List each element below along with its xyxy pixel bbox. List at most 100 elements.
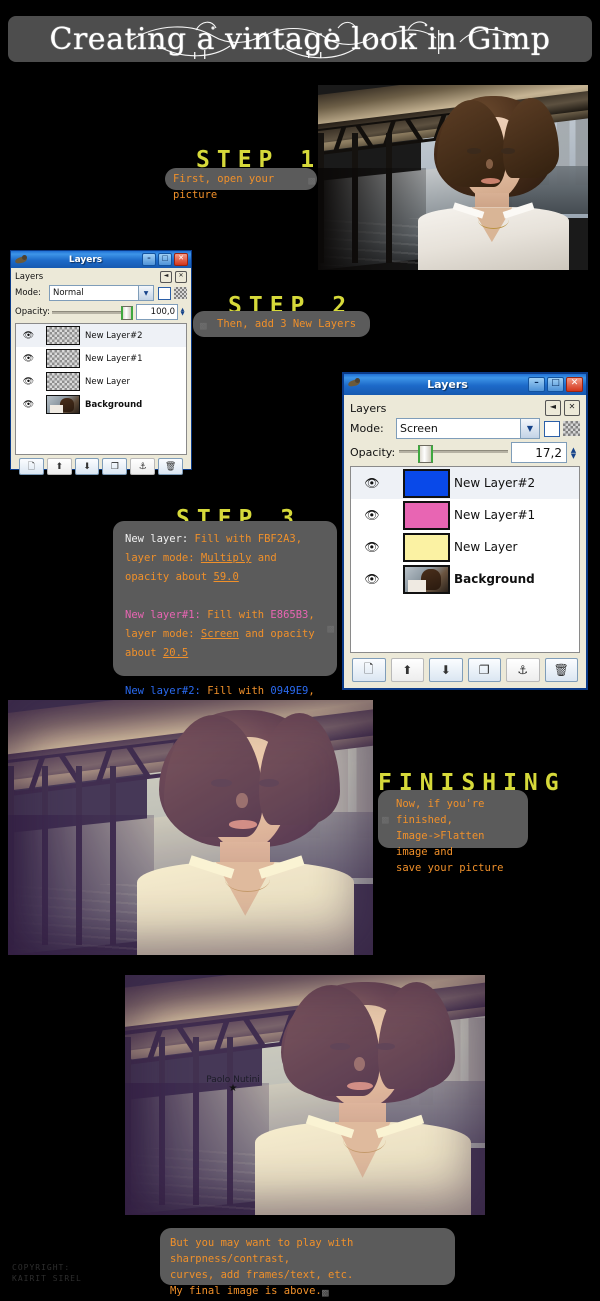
layer-name: New Layer (85, 376, 130, 387)
fill-with-label-1: Fill with (194, 533, 252, 545)
visibility-eye-icon[interactable]: 👁 (359, 572, 385, 586)
anchor-layer-button[interactable]: ⚓ (506, 658, 540, 682)
titlebar-left[interactable]: Layers – □ ✕ (11, 251, 191, 268)
lock-alpha-checkbox[interactable] (158, 286, 171, 300)
layer-thumbnail (403, 564, 450, 594)
resize-grip-icon: ▩ (200, 319, 206, 332)
layer-name: New Layer#1 (454, 508, 536, 522)
opacity-spinner-arrows[interactable]: ▲ ▼ (178, 308, 187, 317)
opacity-value-field[interactable]: 17,2 (511, 442, 567, 463)
step-2-callout: ▩ Then, add 3 New Layers (193, 311, 370, 337)
panel-close-icon[interactable]: ✕ (175, 271, 187, 283)
star-icon: ★ (228, 1083, 238, 1094)
layers-dialog-left[interactable]: Layers – □ ✕ Layers ◄ ✕ Mode: Normal ▼ O… (10, 250, 192, 475)
panel-menu-icon[interactable]: ◄ (545, 400, 561, 416)
close-button[interactable]: ✕ (566, 377, 583, 392)
chevron-down-icon[interactable]: ▼ (520, 419, 539, 438)
fill-color-3: 0949E9 (270, 685, 309, 697)
layer-row[interactable]: 👁 New Layer (16, 370, 186, 393)
mode-label: Mode: (15, 288, 42, 298)
layer-thumbnail (403, 500, 450, 530)
delete-layer-button[interactable]: 🗑 (158, 458, 183, 475)
visibility-eye-icon[interactable]: 👁 (359, 540, 385, 554)
resize-grip-icon: ▩ (322, 1286, 328, 1299)
opacity-row-left[interactable]: Opacity: 100,0 ▲ ▼ (15, 304, 187, 320)
mode-row-right[interactable]: Mode: Screen ▼ (350, 418, 580, 439)
window-buttons[interactable]: – □ ✕ (142, 253, 188, 266)
minimize-button[interactable]: – (142, 253, 156, 266)
lower-layer-button[interactable]: ⬇ (429, 658, 463, 682)
layer-row[interactable]: 👁 Background (16, 393, 186, 416)
panel-header-right: Layers ◄ ✕ (350, 400, 580, 416)
close-button[interactable]: ✕ (174, 253, 188, 266)
layer-row[interactable]: 👁 New Layer#2 (351, 467, 579, 499)
window-buttons[interactable]: – □ ✕ (528, 377, 583, 392)
raise-layer-button[interactable]: ⬆ (46, 458, 72, 475)
visibility-eye-icon[interactable]: 👁 (359, 508, 385, 522)
duplicate-layer-button[interactable]: ❐ (102, 458, 128, 475)
opacity-value-1: 59.0 (213, 571, 239, 583)
layer-row[interactable]: 👁 Background (351, 563, 579, 595)
titlebar-right[interactable]: Layers – □ ✕ (344, 374, 586, 395)
layer-row[interactable]: 👁 New Layer (351, 531, 579, 563)
mode-select[interactable]: Normal ▼ (49, 285, 154, 301)
finishing-line-3: save your picture (396, 862, 504, 874)
chevron-down-icon[interactable]: ▼ (138, 286, 153, 300)
layer-list-right[interactable]: 👁 New Layer#2 👁 New Layer#1 👁 New Layer … (350, 466, 580, 653)
minimize-button[interactable]: – (528, 377, 545, 392)
layer-thumbnail (403, 532, 450, 562)
panel-close-icon[interactable]: ✕ (564, 400, 580, 416)
opacity-label: Opacity: (350, 446, 396, 459)
delete-layer-button[interactable]: 🗑 (544, 658, 578, 682)
maximize-button[interactable]: □ (158, 253, 172, 266)
mode-value-1: Multiply (200, 552, 252, 564)
resize-grip-icon: ▩ (382, 813, 388, 826)
opacity-value-field[interactable]: 100,0 (136, 304, 178, 320)
panel-menu-icon[interactable]: ◄ (160, 271, 172, 283)
visibility-eye-icon[interactable]: 👁 (20, 400, 37, 410)
step-1-callout: First, open your picture ▩ (165, 168, 317, 201)
lower-layer-button[interactable]: ⬇ (74, 458, 100, 475)
layer-list-left[interactable]: 👁 New Layer#2 👁 New Layer#1 👁 New Layer … (15, 323, 187, 455)
lock-alpha-checkbox[interactable] (544, 420, 560, 437)
layer-toolbar-right[interactable]: 🗋 ⬆ ⬇ ❐ ⚓ 🗑 (350, 653, 580, 684)
layer-row[interactable]: 👁 New Layer#1 (16, 347, 186, 370)
raise-layer-button[interactable]: ⬆ (390, 658, 424, 682)
mode-value-2: Screen (200, 628, 239, 640)
maximize-button[interactable]: □ (547, 377, 564, 392)
mode-value: Screen (400, 422, 438, 435)
opacity-slider[interactable] (52, 306, 133, 320)
layers-dialog-right[interactable]: Layers – □ ✕ Layers ◄ ✕ Mode: Screen ▼ O… (342, 372, 588, 690)
opacity-spinner-arrows[interactable]: ▲ ▼ (567, 446, 580, 459)
mode-select[interactable]: Screen ▼ (396, 418, 540, 439)
final-note-callout: But you may want to play with sharpness/… (160, 1228, 455, 1299)
final-note-line-1: But you may want to play with sharpness/… (170, 1237, 354, 1265)
step-3-callout: New layer: Fill with FBF2A3, layer mode:… (113, 521, 337, 735)
opacity-slider[interactable] (399, 444, 508, 463)
layer-name: New Layer (454, 540, 518, 554)
fill-with-label-2: Fill with (207, 609, 265, 621)
page-title: Creating a vintage look in Gimp (49, 21, 551, 57)
visibility-eye-icon[interactable]: 👁 (359, 476, 385, 490)
anchor-layer-button[interactable]: ⚓ (130, 458, 156, 475)
duplicate-layer-button[interactable]: ❐ (467, 658, 501, 682)
finishing-line-2: Image->Flatten image and (396, 830, 485, 858)
fill-color-1: FBF2A3 (257, 533, 296, 545)
visibility-eye-icon[interactable]: 👁 (20, 354, 37, 364)
finishing-callout: ▩ Now, if you're finished, Image->Flatte… (378, 790, 528, 874)
visibility-eye-icon[interactable]: 👁 (20, 377, 37, 387)
mode-row-left[interactable]: Mode: Normal ▼ (15, 285, 187, 301)
photo-original-picture (318, 85, 588, 270)
visibility-eye-icon[interactable]: 👁 (20, 331, 37, 341)
layer-name: Background (85, 399, 143, 410)
layer-row[interactable]: 👁 New Layer#2 (16, 324, 186, 347)
new-layer-button[interactable]: 🗋 (19, 458, 44, 475)
mode-label: Mode: (350, 422, 384, 435)
new-layer-button[interactable]: 🗋 (352, 658, 386, 682)
fill-with-label-3: Fill with (207, 685, 265, 697)
panel-header-left: Layers ◄ ✕ (15, 271, 187, 283)
opacity-row-right[interactable]: Opacity: 17,2 ▲ ▼ (350, 442, 580, 463)
layer-row[interactable]: 👁 New Layer#1 (351, 499, 579, 531)
layer-toolbar-left[interactable]: 🗋 ⬆ ⬇ ❐ ⚓ 🗑 (15, 455, 187, 478)
gimp-wilber-icon (347, 376, 367, 393)
